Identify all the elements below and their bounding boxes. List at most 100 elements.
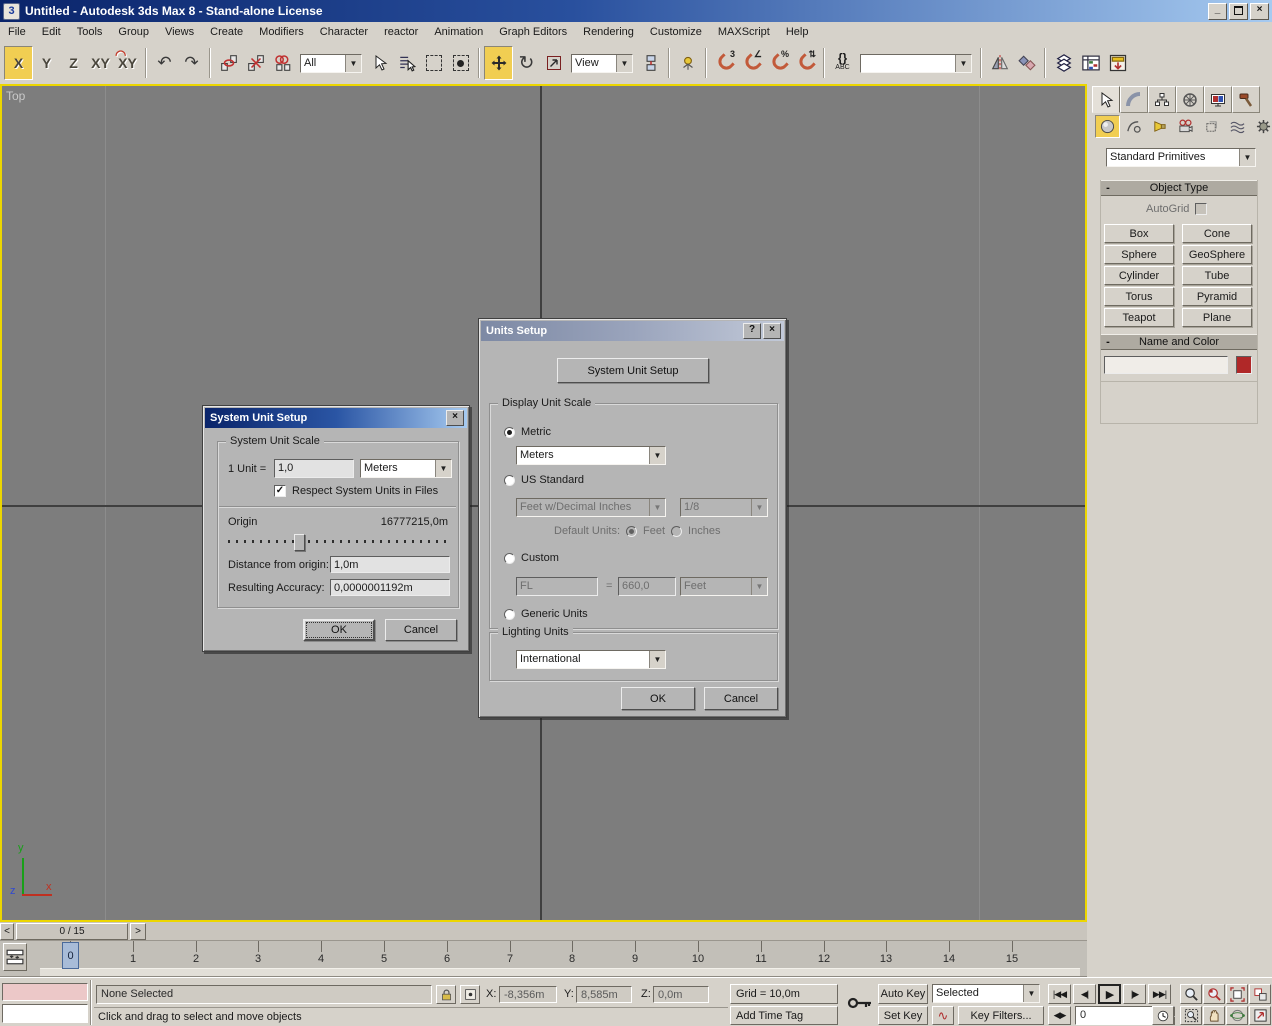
ok-button[interactable]: OK: [621, 687, 695, 710]
metric-radio[interactable]: Metric: [504, 426, 551, 438]
geometry-button[interactable]: [1095, 115, 1120, 138]
menu-file[interactable]: File: [0, 24, 34, 40]
x-coordinate-field[interactable]: -8,356m: [499, 986, 557, 1003]
previous-frame-button[interactable]: ◀|: [1073, 984, 1096, 1004]
cone-button[interactable]: Cone: [1182, 224, 1252, 243]
min-max-toggle-button[interactable]: [1249, 1006, 1271, 1025]
systems-button[interactable]: [1251, 115, 1272, 138]
object-name-field[interactable]: [1104, 356, 1228, 374]
constraint-z-button[interactable]: Z: [60, 47, 87, 79]
time-slider-handle[interactable]: 0: [62, 942, 79, 969]
menu-group[interactable]: Group: [110, 24, 157, 40]
selection-lock-toggle[interactable]: [436, 985, 456, 1004]
go-to-start-button[interactable]: |◀◀: [1048, 984, 1071, 1004]
close-button[interactable]: ×: [1250, 3, 1269, 20]
select-by-name-button[interactable]: [393, 47, 420, 79]
close-button[interactable]: ×: [446, 410, 464, 426]
select-object-button[interactable]: [366, 47, 393, 79]
angle-snap-toggle-button[interactable]: ∠: [738, 47, 765, 79]
y-coordinate-field[interactable]: 8,585m: [576, 986, 632, 1003]
space-warps-button[interactable]: [1225, 115, 1250, 138]
named-selection-sets-button[interactable]: {}ABC: [829, 47, 856, 79]
menu-customize[interactable]: Customize: [642, 24, 710, 40]
cylinder-button[interactable]: Cylinder: [1104, 266, 1174, 285]
tube-button[interactable]: Tube: [1182, 266, 1252, 285]
selection-filter-dropdown[interactable]: All ▼: [300, 54, 362, 73]
curve-editor-button[interactable]: [1077, 47, 1104, 79]
play-button[interactable]: ▶: [1098, 984, 1121, 1004]
maxscript-mini-listener-white[interactable]: [2, 1004, 88, 1023]
primitives-category-dropdown[interactable]: Standard Primitives ▼: [1106, 148, 1256, 167]
next-frame-button[interactable]: |▶: [1123, 984, 1146, 1004]
minimize-button[interactable]: _: [1208, 3, 1227, 20]
zoom-button[interactable]: [1180, 984, 1202, 1004]
teapot-button[interactable]: Teapot: [1104, 308, 1174, 327]
use-pivot-point-center-button[interactable]: [637, 47, 664, 79]
sphere-button[interactable]: Sphere: [1104, 245, 1174, 264]
tab-display[interactable]: [1204, 86, 1232, 113]
maxscript-mini-listener-pink[interactable]: [2, 983, 88, 1001]
geosphere-button[interactable]: GeoSphere: [1182, 245, 1252, 264]
origin-slider-thumb[interactable]: [294, 534, 305, 551]
close-button[interactable]: ×: [763, 323, 781, 339]
custom-radio[interactable]: Custom: [504, 552, 559, 564]
units-dialog-titlebar[interactable]: Units Setup ? ×: [481, 321, 784, 341]
open-mini-curve-editor-button[interactable]: [3, 943, 27, 971]
menu-animation[interactable]: Animation: [426, 24, 491, 40]
box-button[interactable]: Box: [1104, 224, 1174, 243]
zoom-all-button[interactable]: [1203, 984, 1225, 1004]
key-mode-toggle[interactable]: ◀▶: [1048, 1006, 1071, 1025]
undo-button[interactable]: ↶: [151, 47, 178, 79]
cancel-button[interactable]: Cancel: [385, 619, 457, 641]
ok-button[interactable]: OK: [303, 619, 375, 641]
zoom-region-button[interactable]: [1180, 1006, 1202, 1025]
schematic-view-button[interactable]: [1104, 47, 1131, 79]
tab-create[interactable]: [1092, 86, 1120, 113]
select-and-scale-button[interactable]: [540, 47, 567, 79]
unlink-selection-button[interactable]: [242, 47, 269, 79]
menu-rendering[interactable]: Rendering: [575, 24, 642, 40]
absolute-offset-toggle[interactable]: [460, 985, 480, 1004]
key-filters-button[interactable]: Key Filters...: [958, 1006, 1044, 1025]
snap-xy-button[interactable]: ◠XY: [114, 47, 141, 79]
cameras-button[interactable]: [1173, 115, 1198, 138]
rectangular-selection-region-button[interactable]: [420, 47, 447, 79]
arc-rotate-button[interactable]: [1226, 1006, 1248, 1025]
tab-utilities[interactable]: [1232, 86, 1260, 113]
metric-unit-dropdown[interactable]: Meters ▼: [516, 446, 666, 465]
system-unit-setup-button[interactable]: System Unit Setup: [557, 358, 709, 383]
distance-value-field[interactable]: 1,0m: [330, 556, 450, 573]
shapes-button[interactable]: [1121, 115, 1146, 138]
next-frame-arrow-button[interactable]: >: [130, 923, 146, 940]
menu-help[interactable]: Help: [778, 24, 817, 40]
constraint-y-button[interactable]: Y: [33, 47, 60, 79]
lights-button[interactable]: [1147, 115, 1172, 138]
cancel-button[interactable]: Cancel: [704, 687, 778, 710]
object-color-swatch[interactable]: [1236, 356, 1252, 374]
plane-button[interactable]: Plane: [1182, 308, 1252, 327]
menu-graph-editors[interactable]: Graph Editors: [491, 24, 575, 40]
time-configuration-button[interactable]: [1152, 1006, 1174, 1025]
track-bar[interactable]: 0 1 2 3 4 5 6 7 8 9 10 11 12 13 14 15 0: [0, 941, 1087, 977]
select-and-rotate-button[interactable]: ↻: [513, 47, 540, 79]
menu-create[interactable]: Create: [202, 24, 251, 40]
layer-manager-button[interactable]: [1050, 47, 1077, 79]
viewport-label[interactable]: Top: [6, 89, 25, 103]
select-and-link-button[interactable]: [215, 47, 242, 79]
tab-hierarchy[interactable]: [1148, 86, 1176, 113]
named-selection-dropdown[interactable]: ▼: [860, 54, 972, 73]
bind-to-space-warp-button[interactable]: [269, 47, 296, 79]
z-coordinate-field[interactable]: 0,0m: [653, 986, 709, 1003]
window-crossing-button[interactable]: [447, 47, 474, 79]
align-button[interactable]: [1013, 47, 1040, 79]
zoom-extents-all-button[interactable]: [1249, 984, 1271, 1004]
select-and-manipulate-button[interactable]: [674, 47, 701, 79]
tab-modify[interactable]: [1120, 86, 1148, 113]
us-standard-radio[interactable]: US Standard: [504, 474, 584, 486]
unit-value-field[interactable]: 1,0: [274, 459, 354, 478]
redo-button[interactable]: ↷: [178, 47, 205, 79]
generic-units-radio[interactable]: Generic Units: [504, 608, 588, 620]
constraint-x-button[interactable]: X: [4, 46, 33, 80]
menu-character[interactable]: Character: [312, 24, 376, 40]
origin-slider-track[interactable]: [228, 540, 448, 543]
